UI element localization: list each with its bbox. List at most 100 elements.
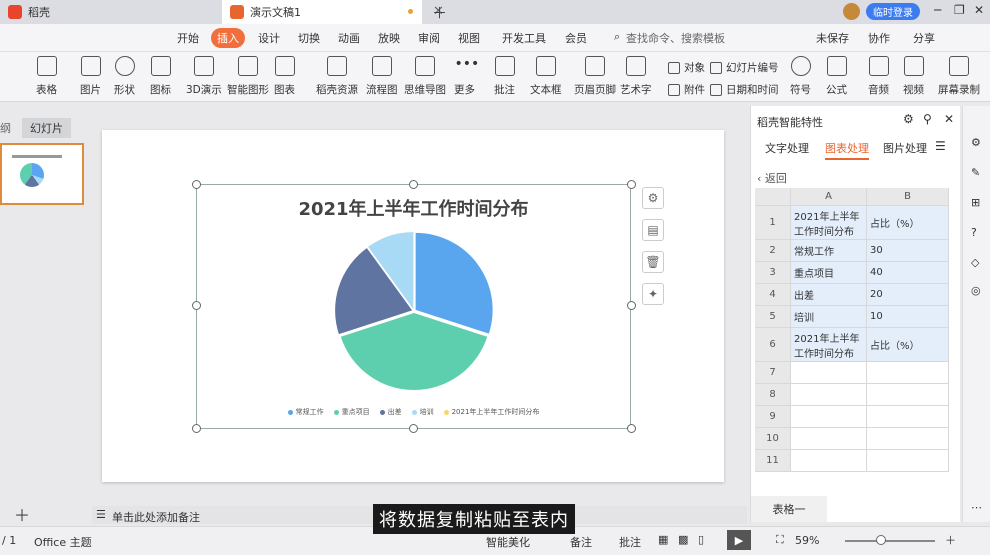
add-slide-icon[interactable]: ＋ bbox=[14, 502, 30, 526]
sheet-tab[interactable]: 表格一 bbox=[751, 496, 827, 522]
grid-cell-b[interactable] bbox=[867, 362, 949, 384]
grid-cell-a[interactable]: 培训 bbox=[791, 306, 867, 328]
row-header[interactable]: 8 bbox=[755, 384, 791, 406]
grid-cell-b[interactable]: 占比（%） bbox=[867, 328, 949, 362]
beautify-button[interactable]: 智能美化 bbox=[486, 534, 530, 550]
row-header[interactable]: 3 bbox=[755, 262, 791, 284]
grid-cell-b[interactable]: 10 bbox=[867, 306, 949, 328]
chart-frame[interactable]: 2021年上半年工作时间分布 常规工作 重点项目 出差 培训 2021年上半年工作时间分… bbox=[196, 184, 631, 429]
tool-pin-icon[interactable]: ✎ bbox=[971, 166, 980, 179]
ribbon-formula-button[interactable]: 公式 bbox=[826, 56, 847, 97]
row-header[interactable]: 7 bbox=[755, 362, 791, 384]
ribbon-wordart-button[interactable]: 艺术字 bbox=[620, 56, 652, 97]
grid-cell-b[interactable]: 占比（%） bbox=[867, 206, 949, 240]
menu-animation[interactable]: 动画 bbox=[338, 30, 360, 46]
grid-cell-a[interactable] bbox=[791, 428, 867, 450]
grid-cell-a[interactable]: 2021年上半年工作时间分布 bbox=[791, 328, 867, 362]
ribbon-attach-button[interactable]: 附件 bbox=[668, 82, 705, 97]
outline-tab[interactable]: 纲 bbox=[0, 120, 11, 136]
resize-handle-tm[interactable] bbox=[409, 180, 418, 189]
zoom-thumb[interactable] bbox=[876, 535, 886, 545]
ribbon-symbol-button[interactable]: 符号 bbox=[790, 56, 811, 97]
zoom-in-icon[interactable]: ＋ bbox=[945, 532, 956, 548]
menu-developer[interactable]: 开发工具 bbox=[502, 30, 546, 46]
menu-home[interactable]: 开始 bbox=[177, 30, 199, 46]
ribbon-smartart-button[interactable]: 智能图形 bbox=[227, 56, 269, 97]
chart-settings-icon[interactable]: ⚙ bbox=[642, 187, 664, 209]
grid-cell-b[interactable] bbox=[867, 428, 949, 450]
panel-tab-image[interactable]: 图片处理 bbox=[883, 140, 927, 156]
theme-label[interactable]: Office 主题 bbox=[34, 534, 92, 550]
ribbon-object-button[interactable]: 对象 bbox=[668, 60, 705, 75]
slide-thumbnail[interactable] bbox=[0, 143, 84, 205]
row-header[interactable]: 4 bbox=[755, 284, 791, 306]
tool-more-icon[interactable]: ⋯ bbox=[971, 501, 982, 514]
ribbon-icon-button[interactable]: 图标 bbox=[150, 56, 171, 97]
grid-cell-b[interactable]: 20 bbox=[867, 284, 949, 306]
grid-cell-a[interactable] bbox=[791, 384, 867, 406]
grid-corner[interactable] bbox=[755, 188, 791, 206]
zoom-slider[interactable] bbox=[845, 540, 935, 542]
panel-tab-chart[interactable]: 图表处理 bbox=[825, 140, 869, 160]
ribbon-textbox-button[interactable]: 文本框 bbox=[530, 56, 562, 97]
resize-handle-ml[interactable] bbox=[192, 301, 201, 310]
avatar[interactable] bbox=[843, 3, 860, 20]
back-link[interactable]: ‹ 返回 bbox=[757, 170, 787, 186]
tool-settings-icon[interactable]: ⚙ bbox=[971, 136, 981, 149]
resize-handle-bl[interactable] bbox=[192, 424, 201, 433]
column-header-b[interactable]: B bbox=[867, 188, 949, 206]
tool-filter-icon[interactable]: ⊞ bbox=[971, 196, 980, 209]
ribbon-resource-button[interactable]: 稻壳资源 bbox=[316, 56, 358, 97]
tool-help-icon[interactable]: ? bbox=[971, 226, 977, 239]
tool-compass-icon[interactable]: ◎ bbox=[971, 284, 981, 297]
menu-insert[interactable]: 插入 bbox=[211, 28, 245, 48]
grid-cell-a[interactable] bbox=[791, 450, 867, 472]
close-window-icon[interactable]: ✕ bbox=[974, 3, 984, 17]
ribbon-table-button[interactable]: 表格 bbox=[36, 56, 57, 97]
delete-icon[interactable]: 🗑 bbox=[642, 251, 664, 273]
login-button[interactable]: 临时登录 bbox=[866, 3, 920, 20]
grid-cell-b[interactable] bbox=[867, 406, 949, 428]
command-search-input[interactable]: 查找命令、搜索模板 bbox=[626, 30, 725, 46]
resize-handle-tl[interactable] bbox=[192, 180, 201, 189]
grid-cell-a[interactable]: 出差 bbox=[791, 284, 867, 306]
ribbon-more-button[interactable]: ••• 更多 bbox=[454, 56, 479, 97]
notes-toggle[interactable]: 备注 bbox=[570, 534, 592, 550]
share-button[interactable]: 分享 bbox=[913, 30, 935, 46]
panel-settings-icon[interactable]: ⚙ bbox=[903, 112, 914, 126]
view-sorter-icon[interactable]: ▩ bbox=[678, 533, 688, 546]
add-tab-icon[interactable]: ＋ bbox=[432, 2, 447, 23]
ribbon-comment-button[interactable]: 批注 bbox=[494, 56, 515, 97]
row-header[interactable]: 1 bbox=[755, 206, 791, 240]
ribbon-3d-button[interactable]: 3D演示 bbox=[186, 56, 222, 97]
menu-transition[interactable]: 切换 bbox=[298, 30, 320, 46]
grid-cell-b[interactable]: 30 bbox=[867, 240, 949, 262]
grid-cell-b[interactable] bbox=[867, 384, 949, 406]
ribbon-picture-button[interactable]: 图片 bbox=[80, 56, 101, 97]
view-reading-icon[interactable]: ▯ bbox=[698, 533, 704, 546]
resize-handle-br[interactable] bbox=[627, 424, 636, 433]
grid-cell-a[interactable]: 重点项目 bbox=[791, 262, 867, 284]
tab-presentation[interactable]: 演示文稿1 bbox=[222, 0, 422, 24]
ribbon-slidenum-button[interactable]: 幻灯片编号 bbox=[710, 60, 779, 75]
zoom-fit-icon[interactable]: ⛶ bbox=[776, 533, 784, 547]
restore-icon[interactable]: ❐ bbox=[954, 3, 965, 17]
unsaved-status[interactable]: 未保存 bbox=[816, 30, 849, 46]
grid-cell-a[interactable]: 2021年上半年工作时间分布 bbox=[791, 206, 867, 240]
ribbon-chart-button[interactable]: 图表 bbox=[274, 56, 295, 97]
grid-cell-a[interactable]: 常规工作 bbox=[791, 240, 867, 262]
minimize-icon[interactable]: ─ bbox=[934, 3, 941, 17]
panel-pin-icon[interactable]: ⚲ bbox=[923, 112, 932, 126]
ribbon-audio-button[interactable]: 音频 bbox=[868, 56, 889, 97]
grid-cell-b[interactable] bbox=[867, 450, 949, 472]
ribbon-datetime-button[interactable]: 日期和时间 bbox=[710, 82, 779, 97]
collab-button[interactable]: 协作 bbox=[868, 30, 890, 46]
play-button[interactable]: ▶ bbox=[727, 530, 751, 550]
panel-menu-icon[interactable]: ☰ bbox=[935, 139, 946, 153]
resize-handle-bm[interactable] bbox=[409, 424, 418, 433]
row-header[interactable]: 9 bbox=[755, 406, 791, 428]
idea-bulb-icon[interactable]: ✦ bbox=[642, 283, 664, 305]
panel-tab-text[interactable]: 文字处理 bbox=[765, 140, 809, 156]
menu-slideshow[interactable]: 放映 bbox=[378, 30, 400, 46]
menu-member[interactable]: 会员 bbox=[565, 30, 587, 46]
